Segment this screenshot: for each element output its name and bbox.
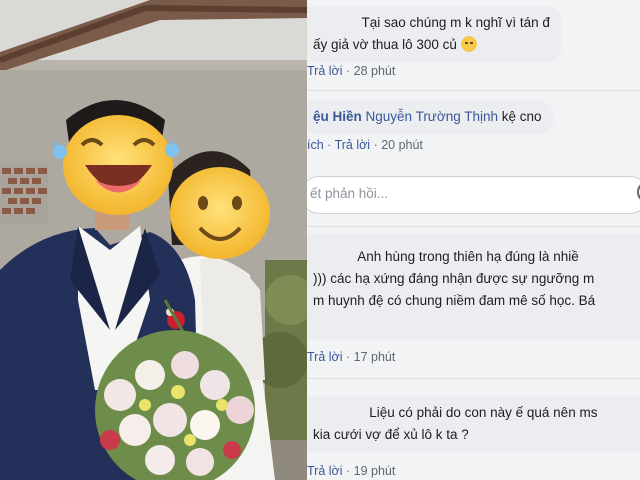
comment-text: ấy giả vờ thua lô 300 củ	[313, 37, 457, 52]
comment-meta: Trả lời · 28 phút	[307, 64, 396, 78]
comment-text: Tại sao chúng m k nghĩ vì tán đ	[361, 15, 550, 30]
comment-text: m huynh đệ có chung niềm đam mê số học. …	[313, 293, 596, 308]
comment-author[interactable]	[313, 405, 366, 420]
comment-author[interactable]	[313, 15, 358, 30]
smiling-face-emoji	[170, 167, 270, 259]
comment-text: ))) các hạ xứng đáng nhận được sự ngưỡng…	[313, 271, 595, 286]
comment-text: Liệu có phải do con này ế quá nên ms	[369, 405, 598, 420]
comment-time[interactable]: 28 phút	[354, 64, 396, 78]
brick-vent	[0, 165, 48, 223]
comment-bubble: Liệu có phải do con này ế quá nên ms kia…	[307, 396, 640, 452]
reply-link[interactable]: Trả lời	[335, 138, 371, 152]
reply-link[interactable]: Trả lời	[307, 350, 343, 364]
wedding-photo	[0, 0, 307, 480]
reply-link[interactable]: Trả lời	[307, 64, 343, 78]
comment-time[interactable]: 20 phút	[381, 138, 423, 152]
comment-meta: Trả lời · 17 phút	[307, 350, 396, 364]
divider	[307, 378, 640, 379]
comments-panel: Tại sao chúng m k nghĩ vì tán đ ấy giả v…	[307, 0, 640, 480]
divider	[307, 226, 640, 227]
mention-link[interactable]: Nguyễn Trường Thịnh	[366, 109, 498, 124]
comment-time[interactable]: 17 phút	[354, 350, 396, 364]
pensive-face-emoji	[460, 36, 477, 52]
comment-author[interactable]: ệu Hiền	[313, 109, 362, 124]
divider	[307, 90, 640, 91]
reply-input[interactable]	[308, 185, 612, 202]
reply-box	[307, 176, 640, 214]
comment-author[interactable]	[313, 249, 354, 264]
comment-text: Anh hùng trong thiên hạ đúng là nhiề	[357, 249, 579, 264]
reply-link[interactable]: Trả lời	[307, 464, 343, 478]
comment-meta: Trả lời · 19 phút	[307, 464, 396, 478]
comment-bubble: Tại sao chúng m k nghĩ vì tán đ ấy giả v…	[307, 6, 562, 62]
comment-bubble: ệu Hiền Nguyễn Trường Thịnh kệ cno	[307, 100, 554, 134]
comment-bubble: Anh hùng trong thiên hạ đúng là nhiề )))…	[307, 234, 640, 340]
comment-time[interactable]: 19 phút	[354, 464, 396, 478]
like-link[interactable]: ích	[307, 138, 324, 152]
comment-meta: ích · Trả lời · 20 phút	[307, 138, 423, 152]
comment-text: kệ cno	[501, 109, 542, 124]
comment-text: kia cưới vợ để xủ lô k ta ?	[313, 427, 469, 442]
